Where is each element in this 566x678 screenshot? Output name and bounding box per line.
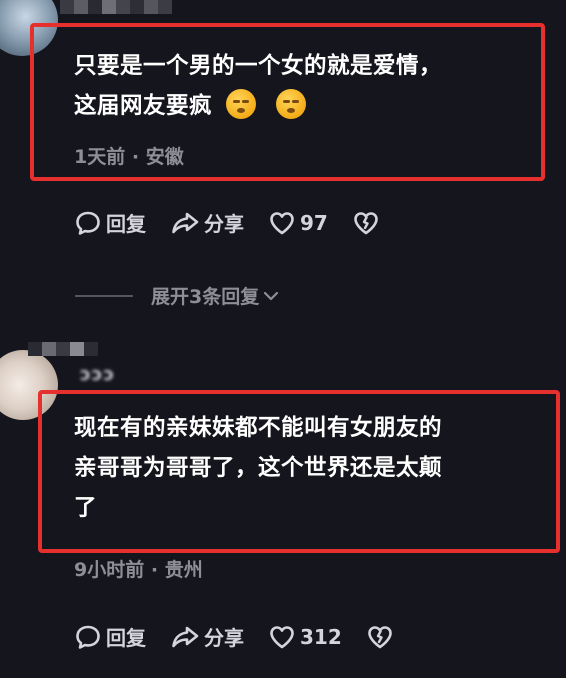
comment-line: 这届网友要疯 — [74, 86, 442, 126]
share-label: 分享 — [204, 212, 244, 236]
share-arrow-icon — [172, 212, 199, 233]
share-button[interactable]: 分享 — [170, 208, 244, 237]
meta-separator: · — [150, 559, 159, 581]
comment-line: 只要是一个男的一个女的就是爱情， — [74, 53, 443, 79]
like-button[interactable]: 312 — [268, 623, 342, 651]
share-label: 分享 — [204, 626, 244, 650]
smirk-emoji-icon — [276, 89, 307, 119]
reply-bubble-icon — [76, 211, 100, 235]
chevron-down-icon — [264, 291, 279, 300]
username[interactable]: ɔɔɔ — [80, 364, 115, 385]
comment-line: 了 — [74, 495, 98, 521]
expand-replies-button[interactable]: 展开3条回复 — [75, 282, 281, 309]
comment-location: 贵州 — [164, 559, 203, 581]
comment-line: 亲哥哥为哥哥了，这个世界还是太颠 — [74, 455, 443, 481]
comment-time: 1天前 — [74, 146, 126, 168]
broken-heart-icon — [354, 211, 378, 234]
heart-icon — [270, 625, 294, 648]
comment-actions: 回复 分享 97 — [74, 208, 384, 237]
blurred-avatar-edge — [28, 342, 98, 356]
divider-line — [75, 294, 133, 297]
comment-line: 现在有的亲妹妹都不能叫有女朋友的 — [74, 415, 443, 441]
comment-time: 9小时前 — [74, 559, 145, 581]
reply-bubble-icon — [76, 625, 100, 649]
share-button[interactable]: 分享 — [170, 622, 244, 651]
smirk-emoji-icon — [226, 89, 257, 119]
comment-text: 现在有的亲妹妹都不能叫有女朋友的 亲哥哥为哥哥了，这个世界还是太颠 了 — [74, 408, 442, 528]
like-count: 97 — [300, 210, 328, 235]
reply-label: 回复 — [106, 212, 146, 236]
like-count: 312 — [300, 624, 342, 649]
share-arrow-icon — [172, 626, 199, 647]
reply-button[interactable]: 回复 — [74, 622, 146, 651]
meta-separator: · — [131, 146, 140, 168]
comment-actions: 回复 分享 312 — [74, 622, 398, 651]
comment-feed: 只要是一个男的一个女的就是爱情， 这届网友要疯 1天前 · 安徽 回复 分享 9… — [0, 0, 566, 678]
dislike-button[interactable] — [366, 623, 398, 651]
expand-replies-label: 展开3条回复 — [151, 286, 260, 308]
broken-heart-icon — [367, 625, 392, 648]
comment-meta: 9小时前 · 贵州 — [74, 555, 203, 582]
reply-button[interactable]: 回复 — [74, 208, 146, 237]
comment-location: 安徽 — [145, 146, 184, 168]
comment-text: 只要是一个男的一个女的就是爱情， 这届网友要疯 — [74, 46, 442, 126]
reply-label: 回复 — [106, 626, 146, 650]
like-button[interactable]: 97 — [268, 209, 328, 237]
comment-meta: 1天前 · 安徽 — [74, 142, 184, 169]
blurred-username — [60, 0, 172, 14]
heart-icon — [270, 211, 294, 234]
dislike-button[interactable] — [352, 209, 384, 237]
